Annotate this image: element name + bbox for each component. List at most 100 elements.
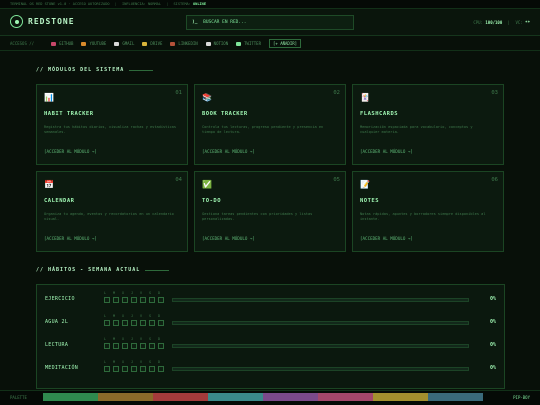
quick-link-5[interactable]: NOTION: [205, 41, 229, 46]
brand-name: REDSTONE: [28, 17, 75, 26]
module-description: Organiza tu agenda, eventos y recordator…: [44, 212, 174, 221]
day-checkbox[interactable]: [131, 343, 137, 349]
habit-week-days: LMXJVSD: [104, 360, 167, 372]
logo-ring-icon: [10, 15, 23, 28]
day-checkbox[interactable]: [104, 297, 110, 303]
day-checkbox[interactable]: [122, 343, 128, 349]
day-checkbox[interactable]: [158, 297, 164, 303]
stats-extra-label: VC:: [515, 20, 523, 25]
palette-swatch[interactable]: [318, 393, 373, 401]
palette-swatch[interactable]: [98, 393, 153, 401]
quick-link-3[interactable]: DRIVE: [142, 41, 162, 46]
module-access-link[interactable]: [ACCEDER AL MÓDULO →]: [360, 149, 413, 154]
habit-progress-bar: [172, 298, 469, 302]
palette-swatch[interactable]: [153, 393, 208, 401]
module-card[interactable]: 03 🃏 FLASHCARDS Memorización espaciada para…: [352, 84, 504, 165]
app-header: REDSTONE ⟩_ BUSCAR EN RED... CPU: 100/10…: [0, 9, 540, 36]
quick-link-icon: [205, 41, 211, 46]
day-checkbox[interactable]: [158, 320, 164, 326]
habits-section-title: // HÁBITOS - SEMANA ACTUAL: [36, 267, 170, 273]
day-checkbox[interactable]: [149, 297, 155, 303]
module-card[interactable]: 06 📝 NOTES Notas rápidas, apuntes y borrado…: [352, 171, 504, 252]
day-checkbox[interactable]: [122, 366, 128, 372]
day-checkbox[interactable]: [149, 320, 155, 326]
day-label: D: [158, 360, 161, 364]
day-checkbox[interactable]: [158, 343, 164, 349]
quick-link-icon: [114, 41, 120, 46]
quick-link-0[interactable]: GITHUB: [51, 41, 73, 46]
day-checkbox[interactable]: [140, 343, 146, 349]
day-checkbox[interactable]: [140, 297, 146, 303]
day-checkbox[interactable]: [113, 343, 119, 349]
terminal-search-input[interactable]: ⟩_ BUSCAR EN RED...: [186, 15, 354, 30]
day-checkbox[interactable]: [149, 366, 155, 372]
palette-swatch[interactable]: [208, 393, 263, 401]
palette-swatch[interactable]: [373, 393, 428, 401]
quick-access-bar: ACCESOS // GITHUB YOUTUBE GMAIL DRIVE LINKED…: [0, 36, 540, 51]
module-access-link[interactable]: [ACCEDER AL MÓDULO →]: [360, 236, 413, 241]
module-access-link[interactable]: [ACCEDER AL MÓDULO →]: [202, 149, 255, 154]
quick-link-4[interactable]: LINKEDIN: [170, 41, 198, 46]
day-label: X: [122, 360, 125, 364]
module-card[interactable]: 05 ✅ TO-DO Gestiona tareas pendientes con p…: [194, 171, 346, 252]
terminal-prompt-icon: ⟩_: [192, 20, 198, 25]
quick-link-2[interactable]: GMAIL: [114, 41, 134, 46]
quick-link-1[interactable]: YOUTUBE: [81, 41, 106, 46]
module-access-link[interactable]: [ACCEDER AL MÓDULO →]: [44, 236, 97, 241]
quick-link-7[interactable]: [+ AÑADIR]: [268, 39, 302, 48]
footer-right-label: PIP-BOY: [513, 395, 530, 400]
day-checkbox[interactable]: [113, 297, 119, 303]
module-description: Memorización espaciada para vocabulario,…: [360, 125, 473, 134]
day-label: L: [104, 337, 107, 341]
habit-row: MEDITACIÓN L M X J V S D 0%: [37, 358, 506, 380]
quick-link-icon: [142, 41, 148, 46]
module-number: 01: [175, 90, 182, 96]
palette-swatch[interactable]: [43, 393, 98, 401]
day-label: V: [140, 360, 143, 364]
day-label: L: [104, 360, 107, 364]
day-checkbox[interactable]: [104, 343, 110, 349]
habit-progress-bar: [172, 344, 469, 348]
quick-link-label: YOUTUBE: [89, 41, 107, 46]
habit-percent: 0%: [489, 319, 496, 325]
day-checkbox[interactable]: [122, 297, 128, 303]
module-number: 04: [175, 177, 182, 183]
quick-link-label: NOTION: [213, 41, 229, 46]
habits-title-text: // HÁBITOS - SEMANA ACTUAL: [36, 267, 141, 273]
day-checkbox[interactable]: [131, 297, 137, 303]
palette-swatch[interactable]: [263, 393, 318, 401]
day-checkbox[interactable]: [131, 320, 137, 326]
palette-swatch[interactable]: [428, 393, 483, 401]
module-card[interactable]: 02 📚 BOOK TRACKER Controla tus lecturas, pr…: [194, 84, 346, 165]
day-checkbox[interactable]: [131, 366, 137, 372]
quick-link-label: [+ AÑADIR]: [272, 41, 298, 46]
day-checkbox[interactable]: [113, 320, 119, 326]
module-description: Registra tus hábitos diarios, visualiza …: [44, 125, 176, 134]
module-access-link[interactable]: [ACCEDER AL MÓDULO →]: [44, 149, 97, 154]
day-label: J: [131, 360, 134, 364]
books-icon: 📚: [202, 93, 212, 102]
quick-link-label: TWITTER: [244, 41, 261, 46]
brand-logo[interactable]: REDSTONE: [10, 15, 75, 28]
module-card[interactable]: 01 📊 HABIT TRACKER Registra tus hábitos dia…: [36, 84, 188, 165]
module-card[interactable]: 04 📅 CALENDAR Organiza tu agenda, eventos y…: [36, 171, 188, 252]
day-checkbox[interactable]: [104, 366, 110, 372]
day-label: X: [122, 337, 125, 341]
habit-row: LECTURA L M X J V S D 0%: [37, 335, 506, 357]
status-bar-title: TERMINAL OS RED STONE v1.0 · ACCESO AUTO…: [10, 2, 110, 6]
habit-percent: 0%: [489, 365, 496, 371]
module-number: 03: [491, 90, 498, 96]
quick-link-6[interactable]: TWITTER: [236, 41, 261, 46]
day-checkbox[interactable]: [104, 320, 110, 326]
module-access-link[interactable]: [ACCEDER AL MÓDULO →]: [202, 236, 255, 241]
day-checkbox[interactable]: [149, 343, 155, 349]
day-checkbox[interactable]: [113, 366, 119, 372]
day-label: M: [113, 360, 116, 364]
day-checkbox[interactable]: [140, 366, 146, 372]
day-label: D: [158, 314, 161, 318]
color-palette: [43, 393, 483, 401]
day-checkbox[interactable]: [158, 366, 164, 372]
day-checkbox[interactable]: [140, 320, 146, 326]
day-checkbox[interactable]: [122, 320, 128, 326]
checkbox-icon: ✅: [202, 180, 212, 189]
